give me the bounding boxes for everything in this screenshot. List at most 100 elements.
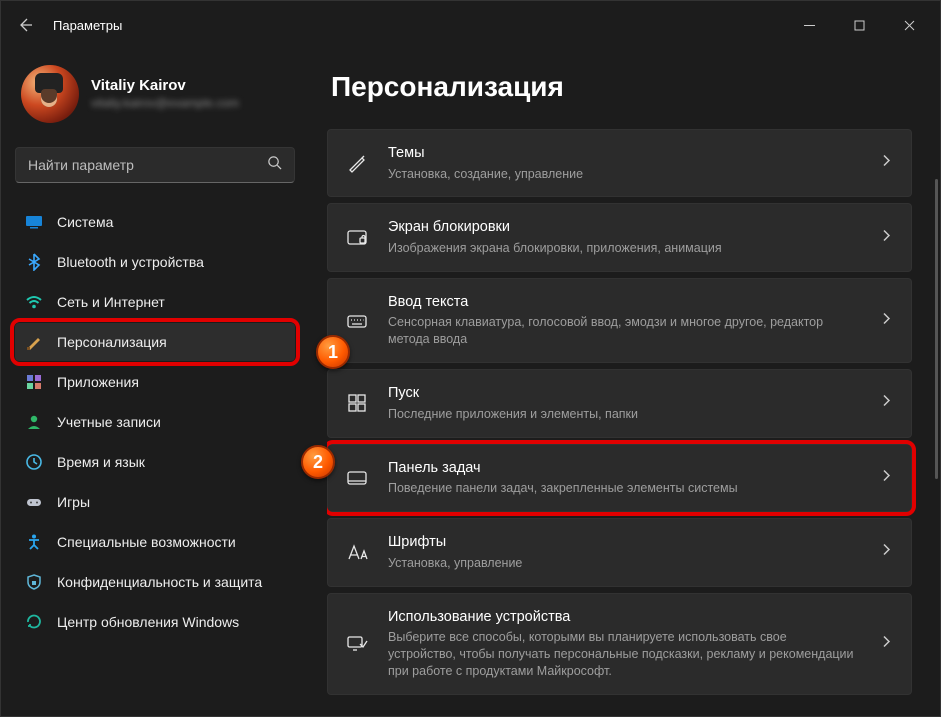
time-icon bbox=[25, 453, 43, 471]
sidebar-item-personalization[interactable]: Персонализация bbox=[15, 323, 295, 361]
usage-icon bbox=[344, 631, 370, 657]
page-title: Персонализация bbox=[331, 71, 922, 103]
card-text: Шрифты Установка, управление bbox=[388, 533, 522, 571]
card-text: Экран блокировки Изображения экрана блоки… bbox=[388, 218, 722, 256]
maximize-button[interactable] bbox=[836, 9, 882, 41]
card-title: Экран блокировки bbox=[388, 218, 722, 238]
sidebar-item-label: Персонализация bbox=[57, 334, 167, 350]
sidebar-item-label: Учетные записи bbox=[57, 414, 161, 430]
taskbar-icon bbox=[344, 465, 370, 491]
callout-2: 2 bbox=[301, 445, 335, 479]
sidebar-item-label: Специальные возможности bbox=[57, 534, 236, 550]
card-input[interactable]: Ввод текстаСенсорная клавиатура, голосов… bbox=[327, 278, 912, 363]
personalization-icon bbox=[25, 333, 43, 351]
chevron-right-icon bbox=[881, 311, 891, 330]
card-title: Темы bbox=[388, 144, 583, 164]
sidebar-item-update[interactable]: Центр обновления Windows bbox=[15, 603, 295, 641]
scroll-thumb[interactable] bbox=[935, 179, 938, 479]
settings-window: Параметры Vitaliy Kairov vitaliy.kairov@… bbox=[0, 0, 941, 717]
sidebar-item-label: Сеть и Интернет bbox=[57, 294, 165, 310]
privacy-icon bbox=[25, 573, 43, 591]
card-title: Использование устройства bbox=[388, 608, 857, 628]
input-icon bbox=[344, 308, 370, 334]
update-icon bbox=[25, 613, 43, 631]
system-icon bbox=[25, 213, 43, 231]
card-taskbar[interactable]: Панель задачПоведение панели задач, закр… bbox=[327, 444, 912, 512]
sidebar-item-time[interactable]: Время и язык bbox=[15, 443, 295, 481]
accounts-icon bbox=[25, 413, 43, 431]
search-icon bbox=[267, 155, 282, 175]
sidebar-item-bluetooth[interactable]: Bluetooth и устройства bbox=[15, 243, 295, 281]
chevron-right-icon bbox=[881, 394, 891, 413]
body: Vitaliy Kairov vitaliy.kairov@example.co… bbox=[1, 49, 940, 716]
bluetooth-icon bbox=[25, 253, 43, 271]
start-icon bbox=[344, 390, 370, 416]
app-title: Параметры bbox=[53, 18, 122, 33]
fonts-icon bbox=[344, 539, 370, 565]
card-subtitle: Установка, создание, управление bbox=[388, 166, 583, 183]
sidebar-item-label: Время и язык bbox=[57, 454, 145, 470]
profile[interactable]: Vitaliy Kairov vitaliy.kairov@example.co… bbox=[15, 59, 295, 139]
card-title: Панель задач bbox=[388, 459, 738, 479]
card-usage[interactable]: Использование устройстваВыберите все спо… bbox=[327, 593, 912, 695]
sidebar-item-label: Конфиденциальность и защита bbox=[57, 574, 262, 590]
avatar bbox=[21, 65, 79, 123]
card-title: Пуск bbox=[388, 384, 638, 404]
scrollbar[interactable] bbox=[934, 179, 938, 659]
sidebar-item-gaming[interactable]: Игры bbox=[15, 483, 295, 521]
profile-email: vitaliy.kairov@example.com bbox=[91, 96, 239, 112]
callout-1: 1 bbox=[316, 335, 350, 369]
card-fonts[interactable]: Шрифты Установка, управление bbox=[327, 518, 912, 586]
gaming-icon bbox=[25, 493, 43, 511]
sidebar-item-label: Центр обновления Windows bbox=[57, 614, 239, 630]
titlebar: Параметры bbox=[1, 1, 940, 49]
card-title: Шрифты bbox=[388, 533, 522, 553]
chevron-right-icon bbox=[881, 228, 891, 247]
lockscreen-icon bbox=[344, 225, 370, 251]
sidebar-item-label: Игры bbox=[57, 494, 90, 510]
card-subtitle: Выберите все способы, которыми вы планир… bbox=[388, 629, 857, 680]
sidebar-item-apps[interactable]: Приложения bbox=[15, 363, 295, 401]
sidebar-item-privacy[interactable]: Конфиденциальность и защита bbox=[15, 563, 295, 601]
card-themes[interactable]: Темы Установка, создание, управление bbox=[327, 129, 912, 197]
sidebar-item-label: Система bbox=[57, 214, 113, 230]
card-subtitle: Изображения экрана блокировки, приложени… bbox=[388, 240, 722, 257]
apps-icon bbox=[25, 373, 43, 391]
chevron-right-icon bbox=[881, 634, 891, 653]
sidebar-item-accessibility[interactable]: Специальные возможности bbox=[15, 523, 295, 561]
card-text: Ввод текстаСенсорная клавиатура, голосов… bbox=[388, 293, 857, 348]
card-text: Пуск Последние приложения и элементы, пап… bbox=[388, 384, 638, 422]
titlebar-left: Параметры bbox=[9, 15, 122, 35]
sidebar-item-network[interactable]: Сеть и Интернет bbox=[15, 283, 295, 321]
search-box[interactable] bbox=[15, 147, 295, 183]
nav-list: Система Bluetooth и устройства Сеть и Инте… bbox=[15, 203, 295, 641]
accessibility-icon bbox=[25, 533, 43, 551]
close-button[interactable] bbox=[886, 9, 932, 41]
sidebar-item-accounts[interactable]: Учетные записи bbox=[15, 403, 295, 441]
window-controls bbox=[786, 9, 932, 41]
sidebar-item-label: Bluetooth и устройства bbox=[57, 254, 204, 270]
sidebar: Vitaliy Kairov vitaliy.kairov@example.co… bbox=[1, 49, 309, 716]
card-list: Темы Установка, создание, управление Экран… bbox=[327, 129, 922, 706]
minimize-button[interactable] bbox=[786, 9, 832, 41]
card-subtitle: Поведение панели задач, закрепленные эле… bbox=[388, 480, 738, 497]
card-start[interactable]: Пуск Последние приложения и элементы, пап… bbox=[327, 369, 912, 437]
sidebar-item-system[interactable]: Система bbox=[15, 203, 295, 241]
chevron-right-icon bbox=[881, 543, 891, 562]
search-input[interactable] bbox=[28, 157, 259, 173]
network-icon bbox=[25, 293, 43, 311]
chevron-right-icon bbox=[881, 154, 891, 173]
themes-icon bbox=[344, 150, 370, 176]
main-content: Персонализация Темы Установка, создание, … bbox=[309, 49, 940, 716]
card-subtitle: Сенсорная клавиатура, голосовой ввод, эм… bbox=[388, 314, 857, 348]
card-subtitle: Установка, управление bbox=[388, 555, 522, 572]
sidebar-item-label: Приложения bbox=[57, 374, 139, 390]
card-title: Ввод текста bbox=[388, 293, 857, 313]
profile-name: Vitaliy Kairov bbox=[91, 76, 239, 96]
back-button[interactable] bbox=[15, 15, 35, 35]
card-lockscreen[interactable]: Экран блокировки Изображения экрана блоки… bbox=[327, 203, 912, 271]
profile-text: Vitaliy Kairov vitaliy.kairov@example.co… bbox=[91, 76, 239, 111]
card-text: Панель задачПоведение панели задач, закр… bbox=[388, 459, 738, 497]
card-text: Использование устройстваВыберите все спо… bbox=[388, 608, 857, 680]
card-subtitle: Последние приложения и элементы, папки bbox=[388, 406, 638, 423]
